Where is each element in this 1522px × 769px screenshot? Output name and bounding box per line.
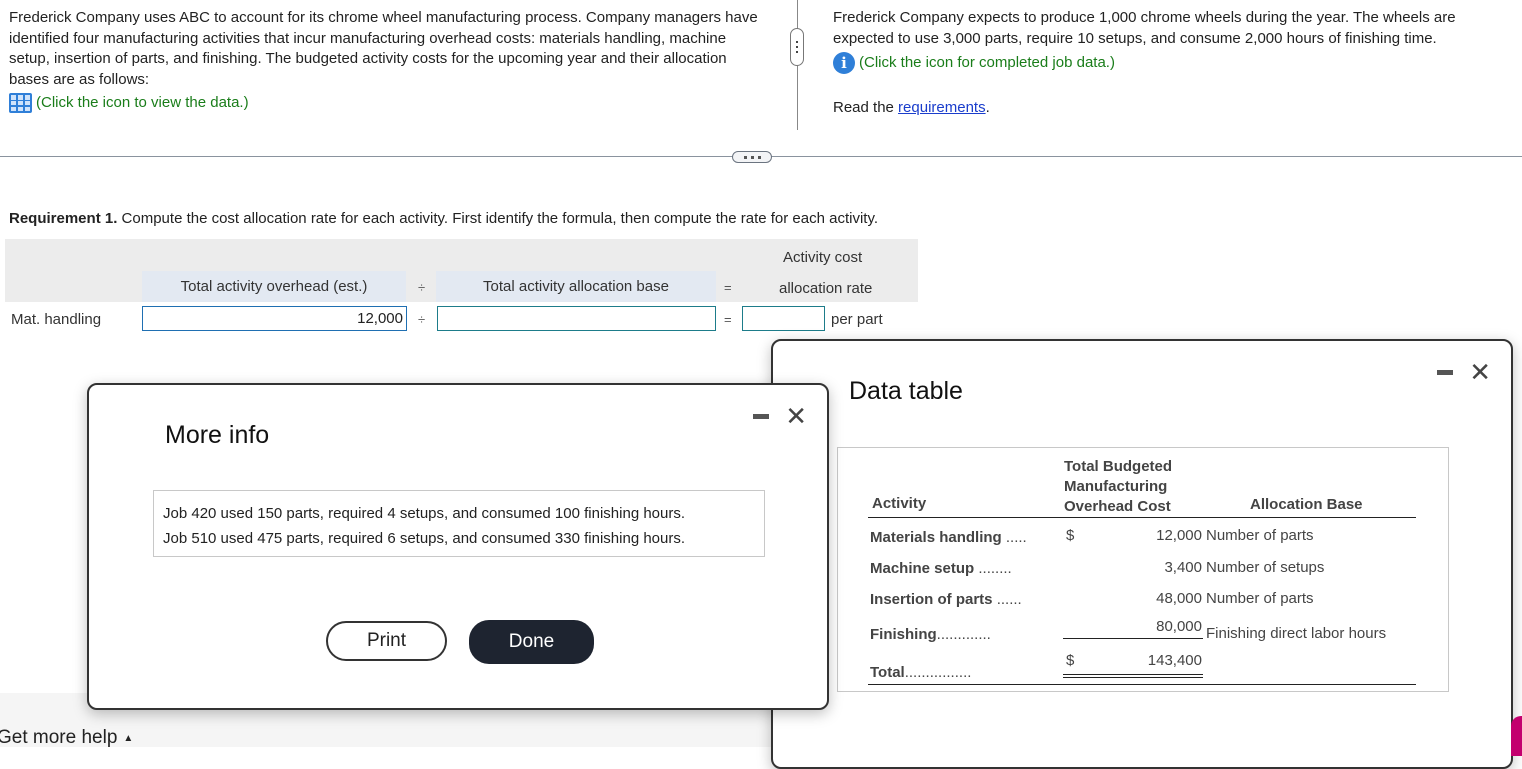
intro-right-text: Frederick Company expects to produce 1,0… <box>833 9 1456 47</box>
total-row-currency: $ <box>1066 652 1075 669</box>
total-double-rule <box>1063 674 1203 678</box>
intro-left-text: Frederick Company uses ABC to account fo… <box>9 9 758 88</box>
rate-header-line1: Activity cost <box>783 249 863 266</box>
requirement-text: Requirement 1. Compute the cost allocati… <box>9 210 878 227</box>
data-row-base: Number of setups <box>1206 559 1325 576</box>
data-row-currency: $ <box>1066 527 1075 544</box>
data-row-cost: 48,000 <box>1156 590 1202 607</box>
intro-right-panel: Frederick Company expects to produce 1,0… <box>833 8 1518 119</box>
row-label-mat-handling: Mat. handling <box>11 311 102 328</box>
divide-operator-header: ÷ <box>418 280 426 295</box>
header-cost-line3: Overhead Cost <box>1064 498 1171 515</box>
get-more-help-label[interactable]: Get more help <box>0 727 117 749</box>
data-row-activity: Finishing............. <box>870 626 991 643</box>
overhead-header: Total activity overhead (est.) <box>142 271 406 302</box>
done-button[interactable]: Done <box>469 620 594 664</box>
data-table-title: Data table <box>849 377 963 405</box>
data-row-base: Finishing direct labor hours <box>1206 625 1387 642</box>
data-row-base: Number of parts <box>1206 590 1314 607</box>
close-icon[interactable]: ✕ <box>785 403 807 429</box>
minimize-icon[interactable] <box>1437 369 1454 375</box>
close-icon[interactable]: ✕ <box>1469 359 1491 385</box>
data-table-modal: Data table ✕ Activity Total Budgeted Man… <box>771 339 1513 769</box>
data-row-activity: Machine setup ........ <box>870 560 1012 577</box>
job-data-link[interactable]: i (Click the icon for completed job data… <box>833 52 1518 74</box>
grid-table-icon[interactable] <box>9 93 32 114</box>
total-row-activity: Total................ <box>870 664 972 681</box>
equals-operator-header: = <box>724 280 732 295</box>
data-row-activity: Insertion of parts ...... <box>870 591 1022 608</box>
read-requirements-line: Read the requirements. <box>833 98 1518 119</box>
caret-up-icon: ▲ <box>123 732 134 744</box>
view-data-link[interactable]: (Click the icon to view the data.) <box>9 93 769 114</box>
header-cost: Total Budgeted Manufacturing Overhead Co… <box>1064 457 1194 517</box>
header-cost-line1: Total Budgeted <box>1064 458 1173 475</box>
requirement-instructions: Compute the cost allocation rate for eac… <box>117 210 879 227</box>
allocation-base-input[interactable] <box>437 306 716 331</box>
read-suffix: . <box>985 99 990 116</box>
more-info-modal: More info ✕ Job 420 used 150 parts, requ… <box>87 383 829 710</box>
more-info-title: More info <box>165 421 270 449</box>
view-data-link-text[interactable]: (Click the icon to view the data.) <box>36 93 249 114</box>
job-info-line: Job 420 used 150 parts, required 4 setup… <box>163 505 686 522</box>
vertical-splitter-handle[interactable] <box>790 28 804 66</box>
info-icon[interactable]: i <box>833 52 855 74</box>
subtotal-rule <box>1063 638 1203 639</box>
header-rule <box>868 517 1416 518</box>
allocation-base-header: Total activity allocation base <box>436 271 716 302</box>
job-data-link-text[interactable]: (Click the icon for completed job data.) <box>859 53 1115 74</box>
data-row-cost: 3,400 <box>1164 559 1202 576</box>
footer-rule <box>868 684 1416 685</box>
chat-widget-edge[interactable] <box>1511 716 1522 756</box>
read-prefix: Read the <box>833 99 899 116</box>
header-cost-line2: Manufacturing <box>1064 478 1168 495</box>
data-table-frame: Activity Total Budgeted Manufacturing Ov… <box>837 447 1449 692</box>
job-info-box: Job 420 used 150 parts, required 4 setup… <box>153 490 765 557</box>
overhead-input[interactable]: 12,000 <box>142 306 407 331</box>
total-row-cost: 143,400 <box>1147 652 1202 669</box>
intro-left-panel: Frederick Company uses ABC to account fo… <box>9 8 769 114</box>
data-row-activity: Materials handling ..... <box>870 529 1027 546</box>
rate-input[interactable] <box>742 306 825 331</box>
data-row-cost: 12,000 <box>1156 527 1202 544</box>
requirements-link[interactable]: requirements <box>898 99 986 116</box>
print-button[interactable]: Print <box>326 621 447 661</box>
rate-unit: per part <box>831 311 883 328</box>
rate-header-line2: allocation rate <box>779 280 873 297</box>
header-allocation-base: Allocation Base <box>1250 496 1363 513</box>
header-activity: Activity <box>872 495 927 512</box>
equals-operator: = <box>724 312 732 327</box>
requirement-label: Requirement 1. <box>9 210 118 227</box>
job-info-line: Job 510 used 475 parts, required 6 setup… <box>163 530 686 547</box>
minimize-icon[interactable] <box>753 413 770 419</box>
data-row-cost: 80,000 <box>1156 618 1202 635</box>
horizontal-splitter-handle[interactable] <box>732 151 772 163</box>
data-row-base: Number of parts <box>1206 527 1314 544</box>
divide-operator: ÷ <box>418 312 426 327</box>
get-more-help-button[interactable]: Get more help ▲ <box>0 727 133 749</box>
